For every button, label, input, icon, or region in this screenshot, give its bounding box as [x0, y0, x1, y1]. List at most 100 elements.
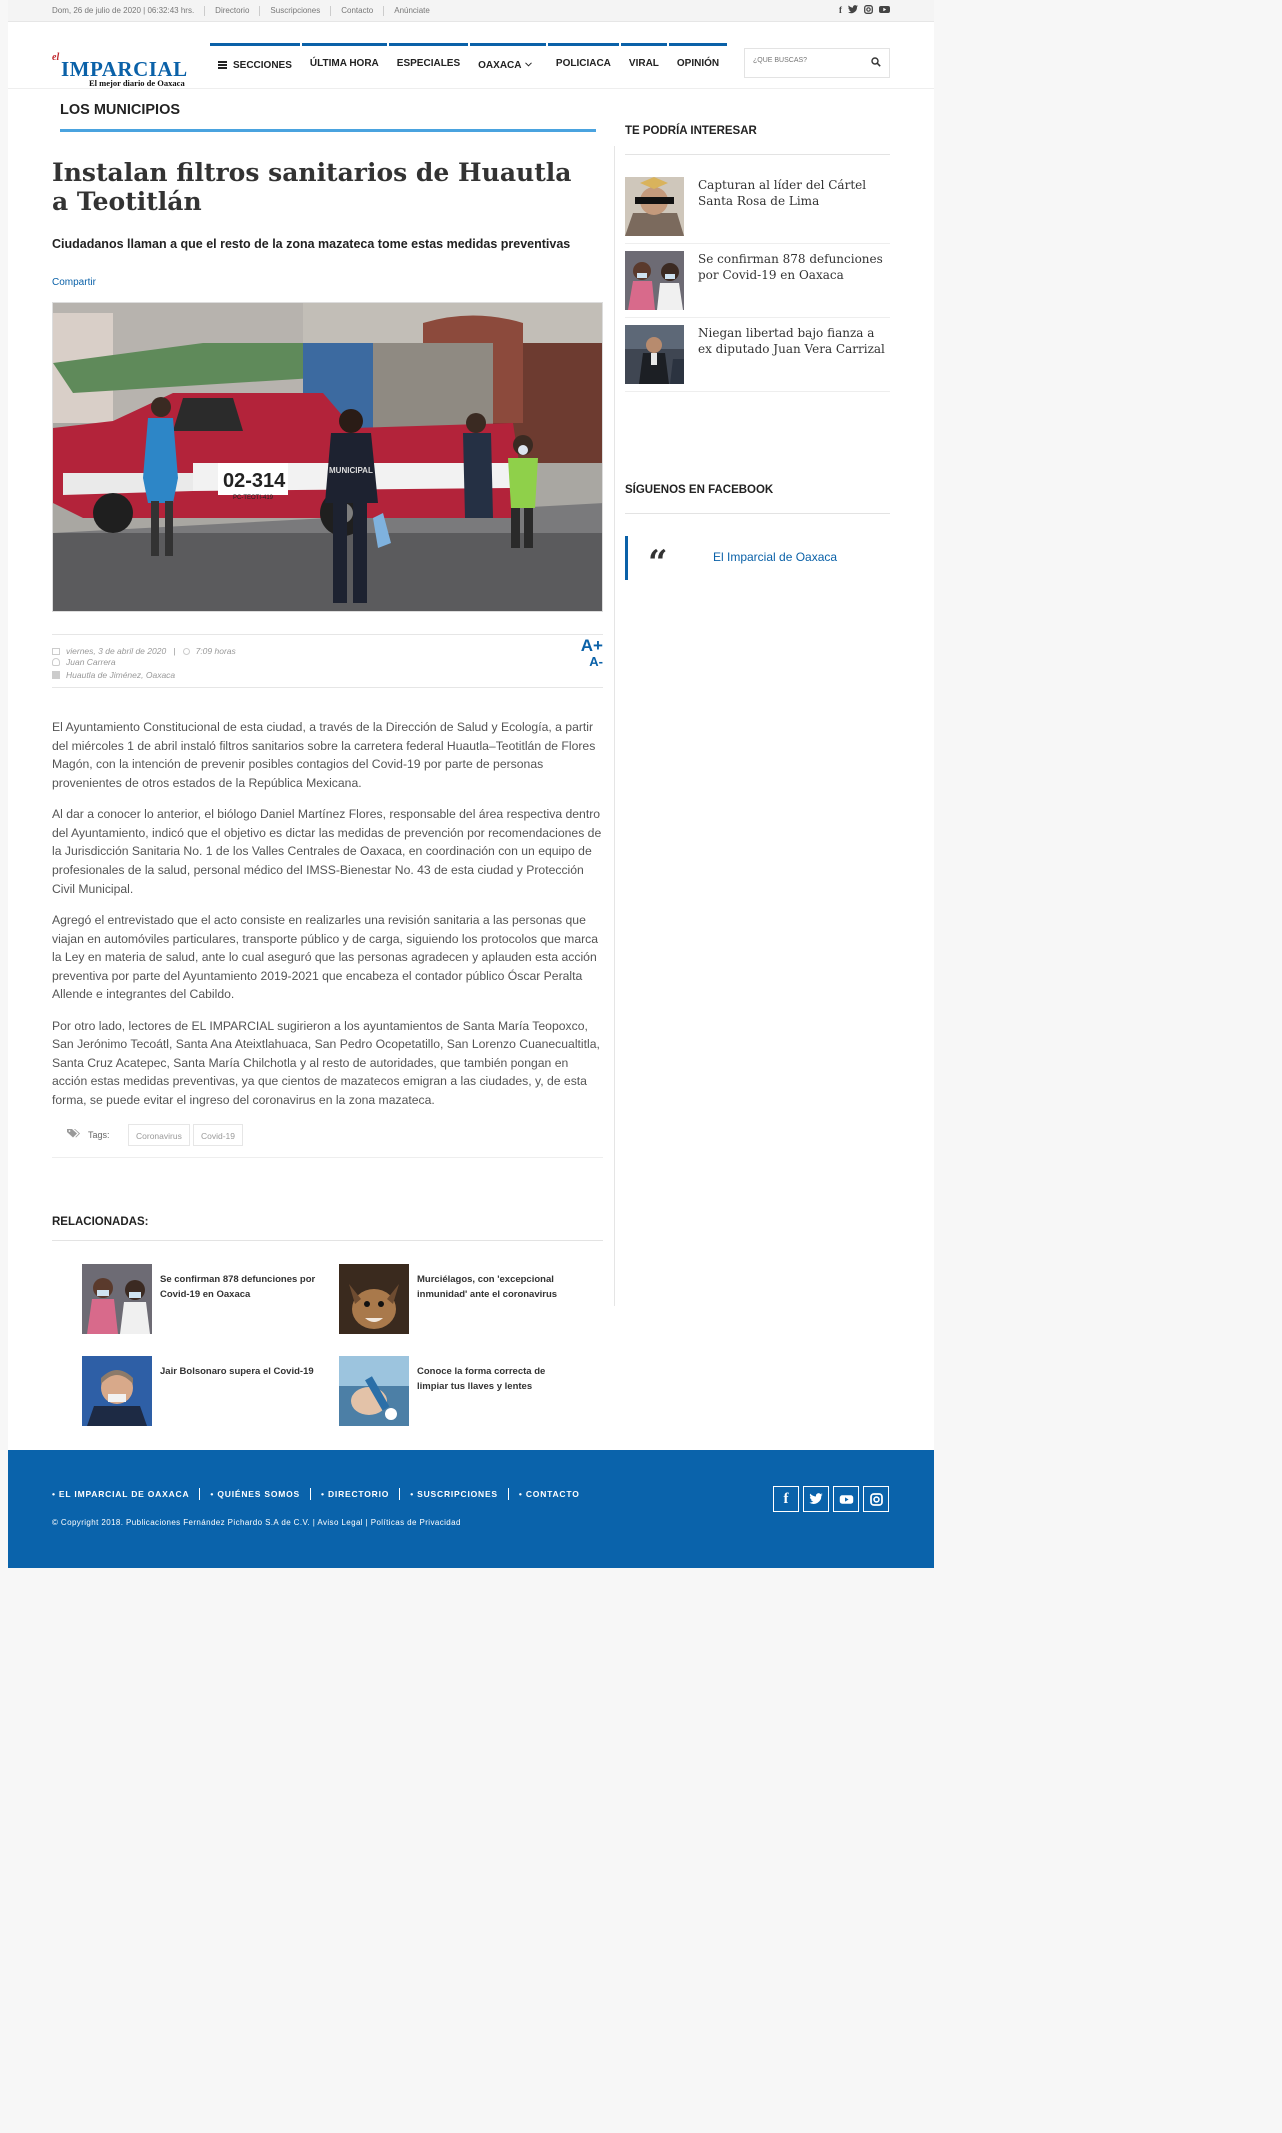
related-item-title[interactable]: Conoce la forma correcta de limpiar tus … — [417, 1364, 577, 1394]
top-link-anunciate[interactable]: Anúnciate — [384, 6, 440, 16]
article-title: Instalan filtros sanitarios de Huautla a… — [52, 158, 572, 216]
top-bar: Dom, 26 de julio de 2020 | 06:32:43 hrs.… — [8, 0, 934, 22]
article-paragraph: Al dar a conocer lo anterior, el biólogo… — [52, 807, 602, 896]
current-date: Dom, 26 de julio de 2020 | 06:32:43 hrs. — [52, 6, 206, 16]
footer-link-contacto[interactable]: • CONTACTO — [509, 1488, 590, 1500]
article-body: El Ayuntamiento Constitucional de esta c… — [52, 718, 604, 1122]
facebook-widget: “ El Imparcial de Oaxaca — [625, 536, 890, 580]
facebook-icon[interactable]: f — [773, 1486, 799, 1512]
related-item[interactable]: Murciélagos, con 'excepcional inmunidad'… — [339, 1264, 579, 1334]
nav-item-policiaca[interactable]: POLICIACA — [547, 43, 619, 89]
search-icon[interactable] — [871, 57, 881, 67]
related-item-title[interactable]: Se confirman 878 defunciones por Covid-1… — [160, 1272, 320, 1302]
related-thumbnail[interactable] — [82, 1356, 152, 1426]
section-divider — [60, 129, 596, 132]
footer-social-icons: f — [773, 1486, 889, 1512]
related-thumbnail[interactable] — [339, 1264, 409, 1334]
interest-item[interactable]: Capturan al líder del Cártel Santa Rosa … — [625, 170, 890, 244]
tags-label: Tags: — [88, 1130, 110, 1140]
related-item[interactable]: Se confirman 878 defunciones por Covid-1… — [82, 1264, 322, 1334]
main-header: el IMPARCIAL El mejor diario de Oaxaca S… — [8, 43, 934, 89]
interest-item[interactable]: Niegan libertad bajo fianza a ex diputad… — [625, 318, 890, 392]
nav-label: OAXACA — [478, 60, 522, 71]
font-increase-button[interactable]: A+ — [581, 637, 603, 654]
related-item[interactable]: Conoce la forma correcta de limpiar tus … — [339, 1356, 579, 1426]
clock-icon — [182, 648, 190, 655]
footer-links: • EL IMPARCIAL DE OAXACA • QUIÉNES SOMOS… — [52, 1488, 590, 1500]
youtube-icon[interactable] — [879, 5, 890, 16]
facebook-icon[interactable]: f — [839, 5, 842, 16]
photo-plate-number: 02-314 — [223, 470, 286, 492]
nav-item-oaxaca[interactable]: OAXACA — [470, 43, 546, 89]
article-date: viernes, 3 de abril de 2020 — [66, 646, 167, 656]
footer-link-quienes-somos[interactable]: • QUIÉNES SOMOS — [200, 1488, 312, 1500]
instagram-icon[interactable] — [863, 1486, 889, 1512]
interest-title: TE PODRÍA INTERESAR — [625, 125, 757, 137]
nav-item-opinion[interactable]: OPINIÓN — [668, 43, 728, 89]
meta-author-row: Juan Carrera — [52, 657, 116, 667]
article-paragraph: El Ayuntamiento Constitucional de esta c… — [52, 720, 596, 790]
meta-location-row: Huautla de Jiménez, Oaxaca — [52, 670, 175, 680]
youtube-icon[interactable] — [833, 1486, 859, 1512]
tag-chip[interactable]: Coronavirus — [128, 1124, 190, 1146]
article-photo: 02-314 PC-TEOTI-419 MUNICIPAL — [52, 302, 603, 612]
related-item-title[interactable]: Murciélagos, con 'excepcional inmunidad'… — [417, 1272, 577, 1302]
article-location: Huautla de Jiménez, Oaxaca — [66, 670, 176, 680]
tags-icon — [67, 1129, 80, 1138]
photo-unit-label: PC-TEOTI-419 — [233, 495, 274, 501]
interest-item-title[interactable]: Niegan libertad bajo fianza a ex diputad… — [698, 326, 890, 357]
interest-item-title[interactable]: Capturan al líder del Cártel Santa Rosa … — [698, 178, 890, 209]
nav-label: ESPECIALES — [396, 58, 461, 69]
search-input[interactable] — [753, 57, 863, 64]
footer-link-directorio[interactable]: • DIRECTORIO — [311, 1488, 401, 1500]
footer-link-suscripciones[interactable]: • SUSCRIPCIONES — [400, 1488, 509, 1500]
section-title[interactable]: LOS MUNICIPIOS — [60, 102, 180, 118]
facebook-page-link[interactable]: El Imparcial de Oaxaca — [713, 550, 837, 564]
tag-chip[interactable]: Covid-19 — [193, 1124, 244, 1146]
share-button[interactable]: Compartir — [52, 277, 96, 288]
article-paragraph: Agregó el entrevistado que el acto consi… — [52, 912, 599, 1002]
font-size-controls: A+ A- — [581, 637, 603, 670]
nav-item-ultima-hora[interactable]: ÚLTIMA HORA — [301, 43, 387, 89]
interest-thumbnail[interactable] — [625, 325, 684, 384]
facebook-title: SÍGUENOS EN FACEBOOK — [625, 484, 774, 496]
article-paragraph: Por otro lado, lectores de EL IMPARCIAL … — [52, 1018, 600, 1108]
nav-item-viral[interactable]: VIRAL — [620, 43, 667, 89]
interest-item-title[interactable]: Se confirman 878 defunciones por Covid-1… — [698, 252, 890, 283]
twitter-icon[interactable] — [848, 5, 858, 16]
twitter-icon[interactable] — [803, 1486, 829, 1512]
column-divider — [614, 146, 615, 1306]
footer-link-el-imparcial[interactable]: • EL IMPARCIAL DE OAXACA — [52, 1488, 201, 1500]
interest-item[interactable]: Se confirman 878 defunciones por Covid-1… — [625, 244, 890, 318]
top-link-directorio[interactable]: Directorio — [205, 6, 261, 16]
article-subtitle: Ciudadanos llaman a que el resto de la z… — [52, 237, 571, 251]
user-icon — [52, 658, 60, 666]
top-link-contacto[interactable]: Contacto — [331, 6, 385, 16]
nav-item-secciones[interactable]: SECCIONES — [210, 43, 300, 89]
chevron-down-icon — [525, 62, 532, 67]
related-divider — [52, 1240, 603, 1241]
site-logo[interactable]: el IMPARCIAL El mejor diario de Oaxaca — [52, 51, 200, 88]
nav-label: SECCIONES — [233, 60, 292, 71]
article-author: Juan Carrera — [66, 657, 116, 667]
interest-thumbnail[interactable] — [625, 177, 684, 236]
photo-vest-label: MUNICIPAL — [329, 466, 373, 475]
menu-icon — [218, 61, 227, 69]
interest-thumbnail[interactable] — [625, 251, 684, 310]
quote-icon: “ — [648, 543, 668, 583]
search-box — [744, 48, 890, 78]
top-link-suscripciones[interactable]: Suscripciones — [260, 6, 332, 16]
related-thumbnail[interactable] — [339, 1356, 409, 1426]
top-bar-links: Dom, 26 de julio de 2020 | 06:32:43 hrs.… — [52, 6, 440, 16]
main-nav: SECCIONES ÚLTIMA HORA ESPECIALES OAXACA … — [210, 43, 729, 89]
nav-label: ÚLTIMA HORA — [309, 58, 379, 69]
site-footer: • EL IMPARCIAL DE OAXACA • QUIÉNES SOMOS… — [8, 1450, 934, 1568]
nav-item-especiales[interactable]: ESPECIALES — [388, 43, 469, 89]
font-decrease-button[interactable]: A- — [581, 654, 603, 670]
instagram-icon[interactable] — [864, 5, 873, 16]
related-item-title[interactable]: Jair Bolsonaro supera el Covid-19 — [160, 1364, 320, 1379]
page: Dom, 26 de julio de 2020 | 06:32:43 hrs.… — [8, 0, 934, 1568]
related-item[interactable]: Jair Bolsonaro supera el Covid-19 — [82, 1356, 322, 1426]
related-thumbnail[interactable] — [82, 1264, 152, 1334]
related-title: RELACIONADAS: — [52, 1216, 149, 1228]
